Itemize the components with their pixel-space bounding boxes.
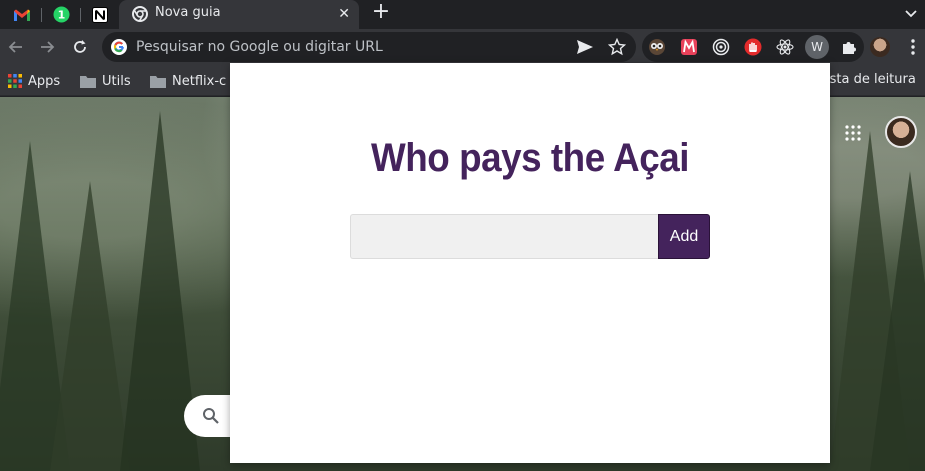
profile-avatar[interactable] [870, 37, 890, 57]
tab-strip: 1 Nova guia ✕ + [0, 0, 925, 29]
apps-grid-icon [8, 74, 22, 88]
react-extension-icon[interactable] [776, 38, 794, 56]
bookmark-apps[interactable]: Apps [8, 72, 60, 90]
bookmark-utils[interactable]: Utils [80, 72, 131, 90]
folder-icon [150, 75, 166, 88]
close-tab-icon[interactable]: ✕ [338, 5, 350, 23]
chrome-icon [132, 6, 148, 22]
m-extension-icon[interactable] [680, 38, 698, 56]
forward-arrow-icon[interactable] [37, 37, 57, 57]
target-extension-icon[interactable] [712, 38, 730, 56]
bookmark-netflix[interactable]: Netflix-c [150, 72, 226, 90]
google-icon [111, 39, 127, 55]
gmail-icon [14, 9, 30, 21]
browser-toolbar: W [0, 29, 925, 66]
reading-list[interactable]: ista de leitura [826, 72, 916, 87]
bookmark-label: Utils [102, 73, 131, 89]
puzzle-extensions-icon[interactable] [840, 38, 858, 56]
extensions-area: W [642, 32, 864, 62]
tab-title: Nova guia [155, 5, 221, 20]
w-extension-icon[interactable]: W [805, 35, 829, 59]
tab-whatsapp[interactable]: 1 [42, 0, 80, 29]
notion-icon [92, 6, 108, 23]
tab-gmail[interactable] [3, 0, 41, 29]
owl-extension-icon[interactable] [648, 38, 666, 56]
extension-popup: Who pays the Açai Add [230, 63, 830, 463]
ntp-profile-avatar[interactable] [885, 116, 917, 148]
add-button[interactable]: Add [658, 214, 710, 259]
whatsapp-icon: 1 [53, 6, 69, 23]
back-arrow-icon[interactable] [6, 37, 26, 57]
send-tab-icon[interactable] [576, 39, 594, 55]
search-icon [203, 408, 219, 424]
omnibox-input[interactable] [136, 37, 566, 57]
popup-title: Who pays the Açai [370, 136, 689, 180]
new-tab-button[interactable]: + [369, 1, 393, 25]
chevron-down-icon[interactable] [903, 5, 919, 21]
bookmark-star-icon[interactable] [608, 38, 626, 56]
tab-notion[interactable] [81, 0, 119, 29]
hand-extension-icon[interactable] [744, 38, 762, 56]
folder-icon [80, 75, 96, 88]
bookmark-label: Netflix-c [172, 73, 227, 89]
whatsapp-badge: 1 [57, 9, 65, 22]
address-bar[interactable] [102, 32, 636, 62]
name-input[interactable] [350, 214, 659, 259]
google-apps-icon[interactable] [845, 125, 861, 141]
tab-nova-guia[interactable]: Nova guia ✕ [119, 0, 359, 29]
reload-icon[interactable] [70, 37, 90, 57]
bookmark-label: Apps [28, 73, 61, 89]
kebab-menu-icon[interactable] [905, 38, 921, 56]
